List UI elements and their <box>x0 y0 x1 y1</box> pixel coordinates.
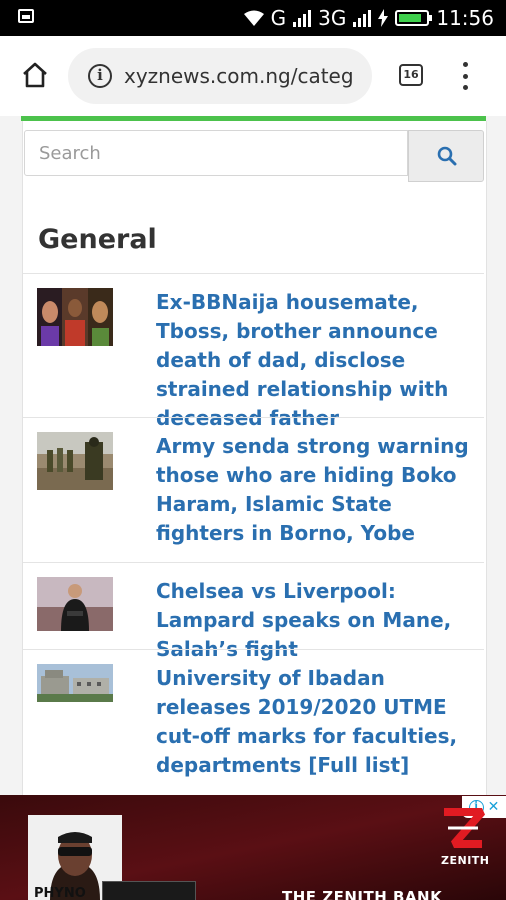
article-item[interactable]: Chelsea vs Liverpool: Lampard speaks on … <box>23 563 484 661</box>
article-title-link[interactable]: Ex-BBNaija housemate, Tboss, brother ann… <box>156 288 476 433</box>
article-item[interactable]: Ex-BBNaija housemate, Tboss, brother ann… <box>23 274 484 430</box>
ad-close-icon[interactable]: ✕ <box>488 799 500 815</box>
network-type-label: G <box>270 6 287 30</box>
article-thumbnail[interactable] <box>37 664 113 702</box>
charging-icon <box>378 9 389 27</box>
gallery-notification-icon <box>18 9 34 23</box>
network-type-label-2: 3G <box>318 6 347 30</box>
section-title: General <box>38 224 157 255</box>
ad-headline: THE ZENITH BANK <box>282 888 443 900</box>
overflow-menu-icon[interactable] <box>460 62 470 90</box>
ad-person-caption: PHYNO <box>34 886 86 900</box>
browser-toolbar: i xyznews.com.ng/categ 16 <box>0 36 506 116</box>
info-icon[interactable]: i <box>88 64 112 88</box>
article-thumbnail[interactable] <box>37 432 113 490</box>
signal-icon-2 <box>353 9 372 27</box>
article-item[interactable]: University of Ibadan releases 2019/2020 … <box>23 650 484 795</box>
status-bar: G 3G 11:56 <box>0 0 506 36</box>
article-title-link[interactable]: University of Ibadan releases 2019/2020 … <box>156 664 476 780</box>
battery-level <box>399 14 422 22</box>
tab-switcher-button[interactable]: 16 <box>399 64 423 86</box>
signal-icon <box>293 9 312 27</box>
zenith-logo <box>444 808 486 848</box>
zenith-brand-text: ZENITH <box>441 854 490 867</box>
wifi-icon <box>243 10 264 26</box>
url-text[interactable]: xyznews.com.ng/categ <box>124 64 354 88</box>
article-title-link[interactable]: Army senda strong warning those who are … <box>156 432 476 548</box>
article-thumbnail[interactable] <box>37 577 113 631</box>
ad-inset-image <box>102 881 196 900</box>
status-icons: G 3G 11:56 <box>243 6 494 30</box>
home-icon[interactable] <box>20 60 50 90</box>
article-thumbnail[interactable] <box>37 288 113 346</box>
address-bar[interactable]: i xyznews.com.ng/categ <box>68 48 372 104</box>
search-input[interactable] <box>24 130 408 176</box>
battery-icon <box>395 10 433 26</box>
search-button[interactable] <box>408 130 484 182</box>
search-icon <box>437 146 457 166</box>
ad-banner[interactable]: PHYNO THE ZENITH BANK <box>0 795 506 900</box>
clock: 11:56 <box>436 6 494 30</box>
article-item[interactable]: Army senda strong warning those who are … <box>23 418 484 562</box>
